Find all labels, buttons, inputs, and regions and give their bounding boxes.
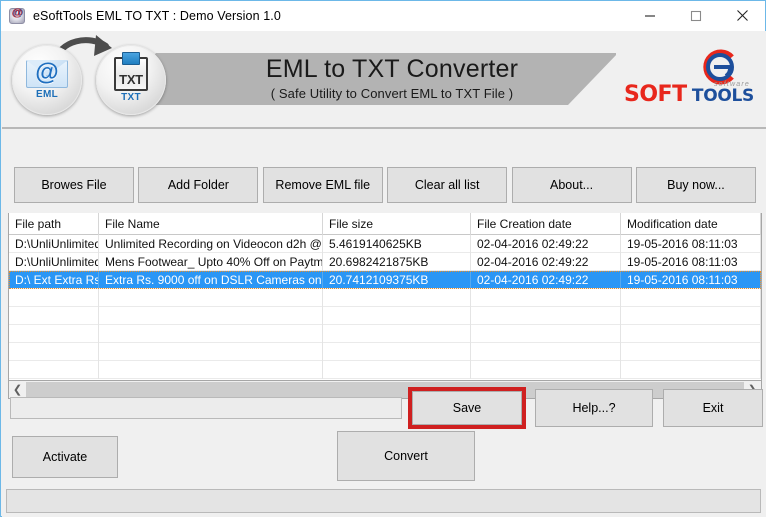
- eml-icon-label: EML: [35, 89, 58, 100]
- cell-empty: [99, 343, 323, 361]
- grid-header-row: File path File Name File size File Creat…: [9, 213, 761, 235]
- at-symbol-icon: @: [35, 59, 59, 87]
- convert-button[interactable]: Convert: [337, 431, 475, 481]
- table-row[interactable]: D:\UnliUnlimited Unlimited Recording on …: [9, 235, 761, 253]
- product-subtitle: ( Safe Utility to Convert EML to TXT Fil…: [270, 85, 514, 101]
- status-text-field[interactable]: [10, 397, 402, 419]
- cell-file-path: D:\UnliUnlimited: [9, 235, 99, 253]
- exit-button[interactable]: Exit: [663, 389, 763, 427]
- file-list-grid[interactable]: File path File Name File size File Creat…: [8, 213, 762, 381]
- remove-eml-file-button[interactable]: Remove EML file: [262, 167, 383, 203]
- add-folder-button[interactable]: Add Folder: [138, 167, 259, 203]
- about-button[interactable]: About...: [511, 167, 632, 203]
- column-header-file-path[interactable]: File path: [9, 213, 99, 235]
- cell-empty: [99, 325, 323, 343]
- table-row[interactable]: D:\UnliUnlimited Mens Footwear_ Upto 40%…: [9, 253, 761, 271]
- save-button[interactable]: Save: [412, 391, 522, 425]
- column-header-creation-date[interactable]: File Creation date: [471, 213, 621, 235]
- txt-target-icon: TXT TXT: [96, 45, 166, 115]
- cell-empty: [9, 343, 99, 361]
- header-banner: @ EML TXT TXT EML to TXT Converter ( Saf…: [2, 31, 766, 127]
- table-row-empty[interactable]: [9, 343, 761, 361]
- cell-empty: [9, 361, 99, 379]
- cell-empty: [471, 307, 621, 325]
- cell-modification-date: 19-05-2016 08:11:03: [621, 235, 761, 253]
- cell-creation-date: 02-04-2016 02:49:22: [471, 271, 621, 289]
- cell-file-size: 20.6982421875KB: [323, 253, 471, 271]
- main-content: Browes File Add Folder Remove EML file C…: [2, 129, 766, 517]
- cell-empty: [621, 361, 761, 379]
- brand-soft-text: SOFT: [624, 82, 687, 107]
- cell-empty: [621, 343, 761, 361]
- table-row-selected[interactable]: D:\ Ext Extra Rs Extra Rs. 9000 off on D…: [9, 271, 761, 289]
- app-icon: [9, 7, 25, 24]
- window-title: eSoftTools EML TO TXT : Demo Version 1.0: [33, 8, 281, 23]
- column-header-modification-date[interactable]: Modification date: [621, 213, 761, 235]
- title-bar: eSoftTools EML TO TXT : Demo Version 1.0: [1, 1, 765, 31]
- cell-file-name: Unlimited Recording on Videocon d2h @ J.…: [99, 235, 323, 253]
- chevron-left-icon[interactable]: ❮: [9, 381, 26, 398]
- product-title: EML to TXT Converter: [265, 55, 519, 83]
- cell-empty: [9, 325, 99, 343]
- column-header-file-name[interactable]: File Name: [99, 213, 323, 235]
- cell-empty: [323, 325, 471, 343]
- header-title-group: EML to TXT Converter ( Safe Utility to C…: [172, 55, 612, 101]
- close-button[interactable]: [719, 1, 765, 30]
- cell-file-path: D:\ Ext Extra Rs: [9, 271, 99, 289]
- activate-button[interactable]: Activate: [12, 436, 118, 478]
- eml-source-icon: @ EML: [12, 45, 82, 115]
- cell-empty: [471, 289, 621, 307]
- table-row-empty[interactable]: [9, 361, 761, 379]
- toolbar: Browes File Add Folder Remove EML file C…: [14, 167, 756, 203]
- cell-empty: [621, 325, 761, 343]
- window-controls: [627, 1, 765, 30]
- cell-file-name: Extra Rs. 9000 off on DSLR Cameras on P.…: [99, 271, 323, 289]
- table-row-empty[interactable]: [9, 325, 761, 343]
- cell-file-size: 5.4619140625KB: [323, 235, 471, 253]
- brand-tools-text: TOOLS: [691, 86, 754, 106]
- table-row-empty[interactable]: [9, 289, 761, 307]
- cell-empty: [323, 361, 471, 379]
- cell-empty: [323, 289, 471, 307]
- application-window: eSoftTools EML TO TXT : Demo Version 1.0…: [0, 0, 766, 517]
- column-header-file-size[interactable]: File size: [323, 213, 471, 235]
- txt-document-icon: TXT: [114, 57, 148, 91]
- cell-modification-date: 19-05-2016 08:11:03: [621, 253, 761, 271]
- cell-empty: [621, 307, 761, 325]
- cell-empty: [99, 289, 323, 307]
- cell-file-path: D:\UnliUnlimited: [9, 253, 99, 271]
- cell-empty: [9, 289, 99, 307]
- cell-empty: [99, 307, 323, 325]
- cell-empty: [99, 361, 323, 379]
- clear-all-list-button[interactable]: Clear all list: [387, 167, 508, 203]
- buy-now-button[interactable]: Buy now...: [635, 167, 756, 203]
- txt-document-word: TXT: [119, 72, 143, 87]
- cell-creation-date: 02-04-2016 02:49:22: [471, 235, 621, 253]
- save-button-highlight: Save: [408, 387, 526, 429]
- progress-bar: [6, 489, 761, 513]
- cell-empty: [471, 361, 621, 379]
- cell-empty: [471, 343, 621, 361]
- cell-file-name: Mens Footwear_ Upto 40% Off on Paytm.eml: [99, 253, 323, 271]
- cell-creation-date: 02-04-2016 02:49:22: [471, 253, 621, 271]
- maximize-button[interactable]: [673, 1, 719, 30]
- browse-file-button[interactable]: Browes File: [14, 167, 134, 203]
- cell-empty: [9, 307, 99, 325]
- table-row-empty[interactable]: [9, 307, 761, 325]
- cell-empty: [621, 289, 761, 307]
- cell-modification-date: 19-05-2016 08:11:03: [621, 271, 761, 289]
- cell-file-size: 20.7412109375KB: [323, 271, 471, 289]
- brand-logo: SOFT software TOOLS: [620, 47, 760, 117]
- envelope-icon: @: [26, 60, 68, 88]
- cell-empty: [471, 325, 621, 343]
- txt-icon-label: TXT: [121, 92, 141, 103]
- help-button[interactable]: Help...?: [535, 389, 653, 427]
- cell-empty: [323, 307, 471, 325]
- minimize-button[interactable]: [627, 1, 673, 30]
- cell-empty: [323, 343, 471, 361]
